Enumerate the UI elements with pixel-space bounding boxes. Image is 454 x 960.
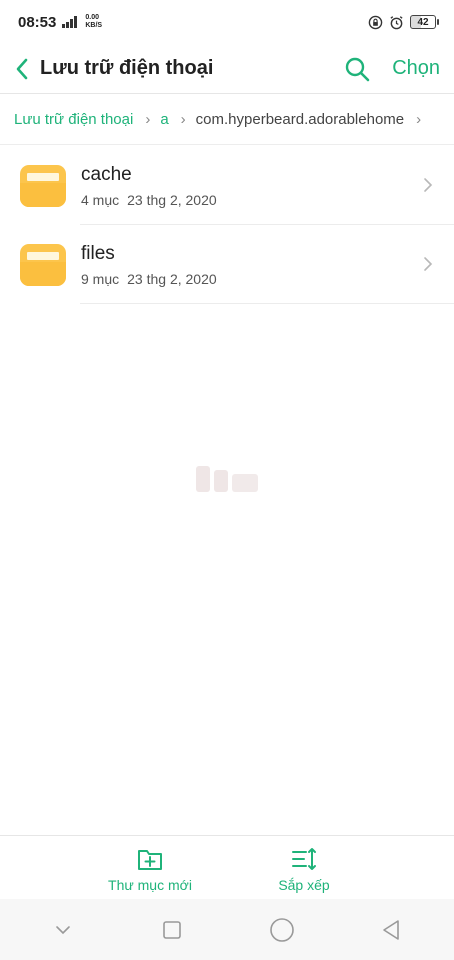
folder-icon (20, 164, 66, 207)
breadcrumb: Lưu trữ điện thoại › a › com.hyperbeard.… (0, 95, 454, 145)
back-button[interactable] (14, 55, 36, 83)
page-title: Lưu trữ điện thoại (40, 57, 214, 79)
chevron-right-icon (424, 257, 433, 271)
sort-label: Sắp xếp (278, 877, 330, 893)
chevron-left-icon (16, 58, 28, 79)
sort-icon (292, 848, 316, 870)
nav-recents-button[interactable] (158, 916, 186, 944)
system-nav-bar (0, 899, 454, 960)
battery-icon: 42 (410, 15, 439, 29)
nav-back-button[interactable] (377, 916, 405, 944)
status-time: 08:53 (18, 13, 57, 31)
modified-date: 23 thg 2, 2020 (127, 191, 217, 208)
chevron-right-icon: › (180, 111, 186, 128)
status-bar: 08:53 0.00 KB/S 42 (0, 0, 454, 44)
network-speed-unit: KB/S (85, 22, 103, 29)
nav-home-button[interactable] (268, 916, 296, 944)
app-header: Lưu trữ điện thoại Chọn (0, 44, 454, 94)
new-folder-label: Thư mục mới (108, 877, 192, 893)
file-name: cache (81, 163, 132, 185)
item-count: 4 mục (81, 191, 120, 208)
network-speed-value: 0.00 (85, 14, 99, 21)
file-list: cache 4 mục 23 thg 2, 2020 files 9 mục 2… (0, 146, 454, 304)
network-speed: 0.00 KB/S (85, 14, 102, 30)
chevron-right-icon (424, 178, 433, 192)
triangle-back-icon (383, 919, 400, 940)
square-icon (163, 920, 182, 939)
alarm-icon (390, 15, 403, 29)
new-folder-icon (138, 850, 162, 870)
list-item-cache[interactable]: cache 4 mục 23 thg 2, 2020 (0, 146, 454, 225)
breadcrumb-item-a[interactable]: a (160, 111, 168, 128)
search-button[interactable] (344, 56, 370, 82)
breadcrumb-item-current[interactable]: com.hyperbeard.adorablehome (196, 111, 404, 128)
watermark-logo (196, 466, 258, 492)
battery-level: 42 (417, 16, 429, 28)
chevron-down-icon (55, 925, 70, 934)
item-count: 9 mục (81, 270, 120, 287)
file-name: files (81, 242, 115, 264)
list-item-files[interactable]: files 9 mục 23 thg 2, 2020 (0, 225, 454, 304)
sort-button[interactable]: Sắp xếp (262, 845, 346, 899)
folder-icon (20, 243, 66, 286)
nav-collapse-button[interactable] (49, 916, 77, 944)
bottom-toolbar: Thư mục mới Sắp xếp (0, 835, 454, 899)
signal-icon (62, 16, 78, 28)
circle-icon (269, 917, 294, 942)
chevron-right-icon: › (416, 111, 422, 128)
search-icon (345, 57, 370, 81)
modified-date: 23 thg 2, 2020 (127, 270, 217, 287)
lock-rotation-icon (368, 15, 383, 29)
select-button[interactable]: Chọn (392, 57, 440, 80)
new-folder-button[interactable]: Thư mục mới (108, 845, 192, 899)
chevron-right-icon: › (145, 111, 151, 128)
breadcrumb-item-phone-storage[interactable]: Lưu trữ điện thoại (14, 111, 133, 128)
